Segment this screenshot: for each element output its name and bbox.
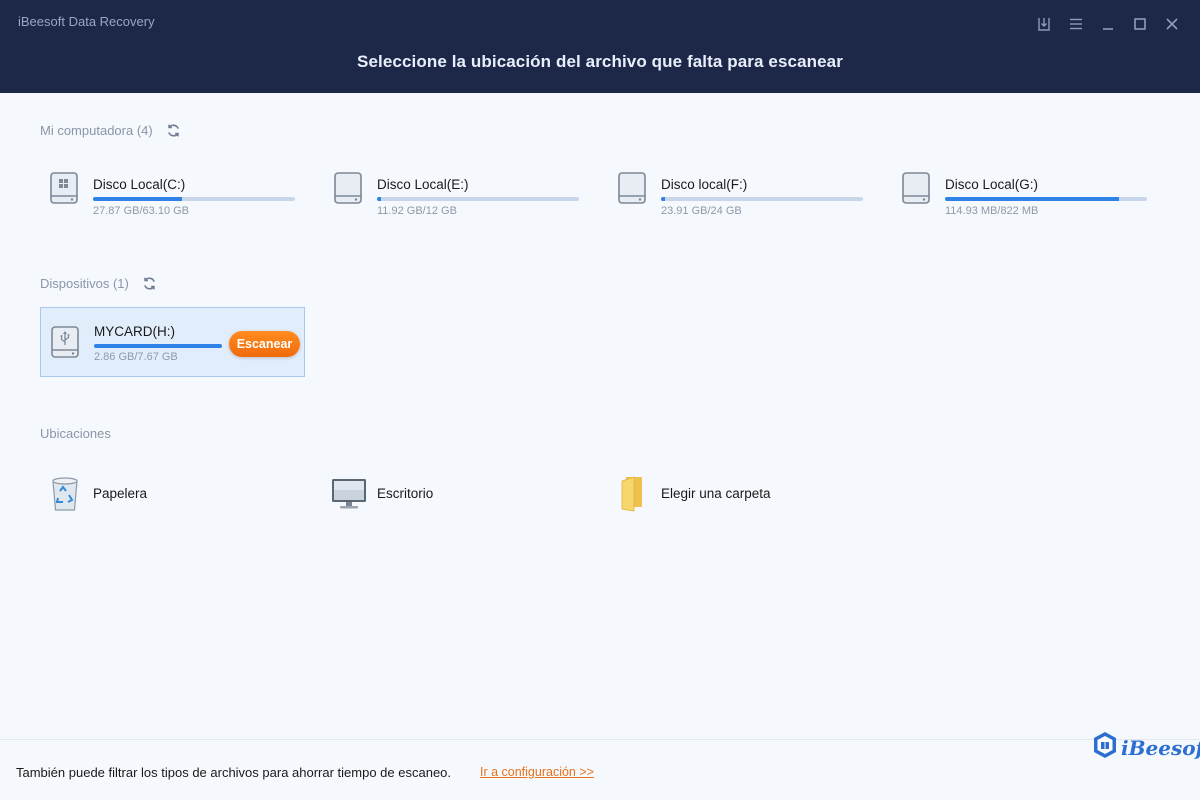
device-size: 2.86 GB/7.67 GB [94, 351, 178, 363]
usage-bar [93, 197, 295, 201]
brand-logo: iBeesoft [1092, 731, 1200, 764]
close-icon[interactable] [1162, 14, 1182, 34]
location-recycle-bin[interactable]: Papelera [40, 468, 147, 518]
hard-drive-icon [616, 170, 648, 208]
recycle-bin-icon [45, 473, 85, 513]
footer-hint: También puede filtrar los tipos de archi… [16, 765, 452, 780]
windows-drive-icon [48, 170, 80, 208]
location-name: Elegir una carpeta [661, 485, 771, 501]
refresh-icon[interactable] [141, 274, 159, 292]
devices-header: Dispositivos (1) [40, 274, 159, 292]
usage-bar [945, 197, 1147, 201]
hard-drive-icon [332, 170, 364, 208]
hard-drive-icon [900, 170, 932, 208]
drive-g[interactable]: Disco Local(G:) 114.93 MB/822 MB [892, 155, 1158, 225]
location-name: Papelera [93, 485, 148, 501]
drive-f[interactable]: Disco local(F:) 23.91 GB/24 GB [608, 155, 874, 225]
device-mycard[interactable]: MYCARD(H:) 2.86 GB/7.67 GB Escanear [40, 307, 305, 377]
usage-bar [661, 197, 863, 201]
drive-name: Disco Local(C:) [93, 177, 186, 192]
download-icon[interactable] [1034, 14, 1054, 34]
devices-label: Dispositivos (1) [40, 275, 129, 291]
location-desktop[interactable]: Escritorio [324, 468, 433, 518]
minimize-icon[interactable] [1098, 14, 1118, 34]
drive-name: Disco local(F:) [661, 177, 748, 192]
locations-label: Ubicaciones [40, 426, 111, 441]
locations-header: Ubicaciones [40, 426, 111, 441]
desktop-icon [329, 473, 369, 513]
drive-size: 27.87 GB/63.10 GB [93, 205, 190, 217]
menu-icon[interactable] [1066, 14, 1086, 34]
maximize-icon[interactable] [1130, 14, 1150, 34]
my-computer-header: Mi computadora (4) [40, 121, 183, 139]
drive-size: 11.92 GB/12 GB [377, 205, 457, 217]
usage-bar [377, 197, 579, 201]
settings-link[interactable]: Ir a configuración >> [480, 765, 594, 779]
drive-name: Disco Local(E:) [377, 177, 469, 192]
location-name: Escritorio [377, 485, 434, 501]
page-title: Seleccione la ubicación del archivo que … [357, 52, 843, 71]
scan-button[interactable]: Escanear [229, 331, 300, 357]
drive-e[interactable]: Disco Local(E:) 11.92 GB/12 GB [324, 155, 590, 225]
bee-logo-icon [1092, 731, 1118, 764]
title-bar: iBeesoft Data Recovery Seleccione la ubi… [0, 0, 1200, 93]
drive-size: 114.93 MB/822 MB [945, 205, 1039, 217]
app-title: iBeesoft Data Recovery [18, 14, 155, 29]
usb-drive-icon [49, 324, 81, 362]
refresh-icon[interactable] [165, 121, 183, 139]
my-computer-label: Mi computadora (4) [40, 122, 153, 138]
device-name: MYCARD(H:) [94, 324, 175, 339]
location-choose-folder[interactable]: Elegir una carpeta [608, 468, 771, 518]
footer: También puede filtrar los tipos de archi… [0, 739, 1200, 800]
folder-icon [613, 473, 653, 513]
brand-name: iBeesoft [1121, 735, 1200, 760]
usage-bar [94, 344, 222, 348]
drive-c[interactable]: Disco Local(C:) 27.87 GB/63.10 GB [40, 155, 306, 225]
drive-size: 23.91 GB/24 GB [661, 205, 742, 217]
drive-name: Disco Local(G:) [945, 177, 1039, 192]
window-controls [1034, 14, 1182, 34]
